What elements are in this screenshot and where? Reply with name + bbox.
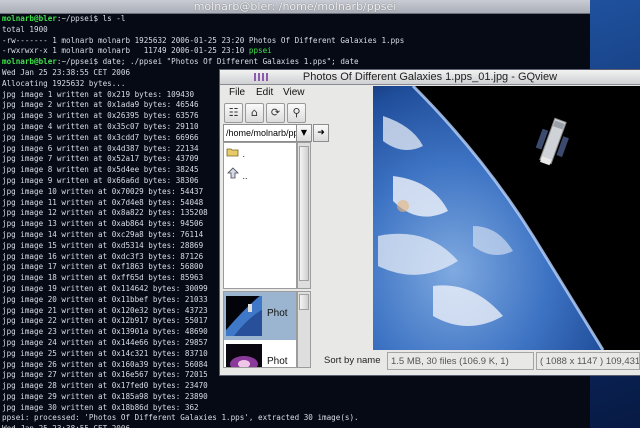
toolbar: ☷ ⌂ ⟳ ⚲: [222, 103, 370, 123]
sort-button[interactable]: Sort by name: [320, 352, 386, 370]
terminal-line: molnarb@bler:~/ppsei$ ls -l: [2, 14, 590, 25]
menubar: File Edit View: [220, 85, 370, 101]
folder-open-icon: [226, 148, 243, 159]
output-text: jpg image 4 written at 0x35c07 bytes: 29…: [2, 121, 199, 131]
output-text: jpg image 13 written at 0xab864 bytes: 9…: [2, 219, 204, 229]
terminal-line: Wed Jan 25 23:38:55 CET 2006: [2, 424, 590, 428]
output-text: jpg image 23 written at 0x13901a bytes: …: [2, 327, 208, 337]
output-text: jpg image 5 written at 0x3cdd7 bytes: 66…: [2, 132, 199, 142]
terminal-line: jpg image 29 written at 0x185a98 bytes: …: [2, 392, 590, 403]
output-text: jpg image 14 written at 0xc29a8 bytes: 7…: [2, 229, 204, 239]
menu-file[interactable]: File: [229, 87, 245, 98]
gqview-titlebar[interactable]: Photos Of Different Galaxies 1.pps_01.jp…: [220, 70, 640, 85]
output-text: jpg image 3 written at 0x26395 bytes: 63…: [2, 111, 199, 121]
list-view-icon[interactable]: ☷: [224, 103, 243, 123]
output-text: jpg image 7 written at 0x52a17 bytes: 43…: [2, 154, 199, 164]
prompt-command: :~/ppsei$ date; ./ppsei "Photos Of Diffe…: [56, 57, 359, 67]
terminal-line: jpg image 28 written at 0x17fed0 bytes: …: [2, 381, 590, 392]
output-text: jpg image 9 written at 0x66a6d bytes: 38…: [2, 175, 199, 185]
output-text: total 1900: [2, 24, 48, 34]
directory-list[interactable]: . ..: [223, 142, 297, 289]
thumbnail-image: [226, 344, 262, 367]
output-text: jpg image 30 written at 0x18b86d bytes: …: [2, 402, 199, 412]
output-text: -rwxrwxr-x 1 molnarb molnarb 11749 2006-…: [2, 46, 249, 56]
output-text: Wed Jan 25 23:38:55 CET 2006: [2, 67, 131, 77]
terminal-titlebar[interactable]: molnarb@bler: /home/molnarb/ppsei: [0, 0, 590, 14]
terminal-line: total 1900: [2, 25, 590, 36]
menu-edit[interactable]: Edit: [256, 87, 273, 98]
output-text: jpg image 25 written at 0x14c321 bytes: …: [2, 348, 208, 358]
output-text: jpg image 16 written at 0xdc3f3 bytes: 8…: [2, 251, 204, 261]
dir-label: .: [242, 149, 246, 159]
output-text: jpg image 21 written at 0x120e32 bytes: …: [2, 305, 208, 315]
gqview-title: Photos Of Different Galaxies 1.pps_01.jp…: [302, 71, 558, 83]
path-input[interactable]: /home/molnarb/ppsei: [223, 124, 297, 142]
output-text: jpg image 2 written at 0x1ada9 bytes: 46…: [2, 100, 199, 110]
terminal-line: molnarb@bler:~/ppsei$ date; ./ppsei "Pho…: [2, 57, 590, 68]
table-row[interactable]: Phot: [224, 340, 296, 367]
dir-label: ..: [242, 171, 248, 181]
list-item[interactable]: ..: [226, 167, 248, 181]
up-arrow-icon: [226, 167, 243, 181]
directory-scrollbar[interactable]: [297, 142, 311, 289]
output-text: jpg image 22 written at 0x12b917 bytes: …: [2, 316, 208, 326]
path-go-icon[interactable]: ➜: [313, 124, 329, 142]
prompt-user: molnarb@bler: [2, 14, 57, 23]
home-icon[interactable]: ⌂: [245, 103, 264, 123]
output-text: -rw------- 1 molnarb molnarb 1925632 200…: [2, 35, 405, 45]
output-text: jpg image 26 written at 0x160a39 bytes: …: [2, 359, 208, 369]
output-text: jpg image 20 written at 0x11bbef bytes: …: [2, 294, 208, 304]
prompt-command: :~/ppsei$ ls -l: [56, 14, 126, 23]
image-viewer[interactable]: [373, 86, 640, 350]
output-text: jpg image 12 written at 0x8a822 bytes: 1…: [2, 208, 208, 218]
output-text: jpg image 11 written at 0x7d4e8 bytes: 5…: [2, 197, 204, 207]
thumbnail-image: [226, 296, 262, 336]
output-text: jpg image 18 written at 0xff65d bytes: 8…: [2, 273, 204, 283]
terminal-title: molnarb@bler: /home/molnarb/ppsei: [193, 0, 397, 13]
hubble-earth-image: [373, 86, 640, 350]
menu-view[interactable]: View: [283, 87, 305, 98]
output-text: jpg image 17 written at 0xf1863 bytes: 5…: [2, 262, 204, 272]
output-text: jpg image 24 written at 0x144e66 bytes: …: [2, 337, 208, 347]
table-row[interactable]: Phot: [224, 292, 296, 340]
terminal-line: -rwxrwxr-x 1 molnarb molnarb 11749 2006-…: [2, 46, 590, 57]
file-list[interactable]: Phot Phot: [223, 291, 297, 368]
status-summary: 1.5 MB, 30 files (106.9 K, 1): [387, 352, 534, 370]
status-image-info: ( 1088 x 1147 ) 109,431 bytes: [536, 352, 640, 370]
output-text: Wed Jan 25 23:38:55 CET 2006: [2, 424, 130, 428]
output-text: jpg image 29 written at 0x185a98 bytes: …: [2, 391, 208, 401]
terminal-line: ppsei: processed: 'Photos Of Different G…: [2, 413, 590, 424]
path-dropdown-icon[interactable]: ▼: [296, 124, 312, 142]
gqview-window[interactable]: Photos Of Different Galaxies 1.pps_01.jp…: [220, 70, 640, 375]
output-text: jpg image 6 written at 0x4d387 bytes: 22…: [2, 143, 199, 153]
prompt-user: molnarb@bler: [2, 57, 57, 67]
output-text: jpg image 15 written at 0xd5314 bytes: 2…: [2, 240, 204, 250]
terminal-line: -rw------- 1 molnarb molnarb 1925632 200…: [2, 36, 590, 47]
output-text: ppsei: processed: 'Photos Of Different G…: [2, 413, 359, 423]
output-text: jpg image 28 written at 0x17fed0 bytes: …: [2, 381, 208, 391]
executable-name: ppsei: [248, 46, 272, 56]
zoom-icon[interactable]: ⚲: [287, 103, 306, 123]
output-text: jpg image 19 written at 0x114642 bytes: …: [2, 283, 208, 293]
file-name: Phot: [267, 308, 288, 319]
output-text: jpg image 1 written at 0x219 bytes: 1094…: [2, 89, 195, 99]
output-text: jpg image 10 written at 0x70029 bytes: 5…: [2, 186, 204, 196]
terminal-line: jpg image 30 written at 0x18b86d bytes: …: [2, 403, 590, 414]
statusbar: Sort by name 1.5 MB, 30 files (106.9 K, …: [320, 352, 640, 372]
output-text: Allocating 1925632 bytes...: [2, 78, 126, 88]
file-list-scrollbar[interactable]: [297, 291, 311, 368]
file-name: Phot: [267, 356, 288, 367]
output-text: jpg image 8 written at 0x5d4ee bytes: 38…: [2, 165, 199, 175]
refresh-icon[interactable]: ⟳: [266, 103, 285, 123]
list-item[interactable]: .: [226, 147, 245, 159]
output-text: jpg image 27 written at 0x16e567 bytes: …: [2, 370, 208, 380]
